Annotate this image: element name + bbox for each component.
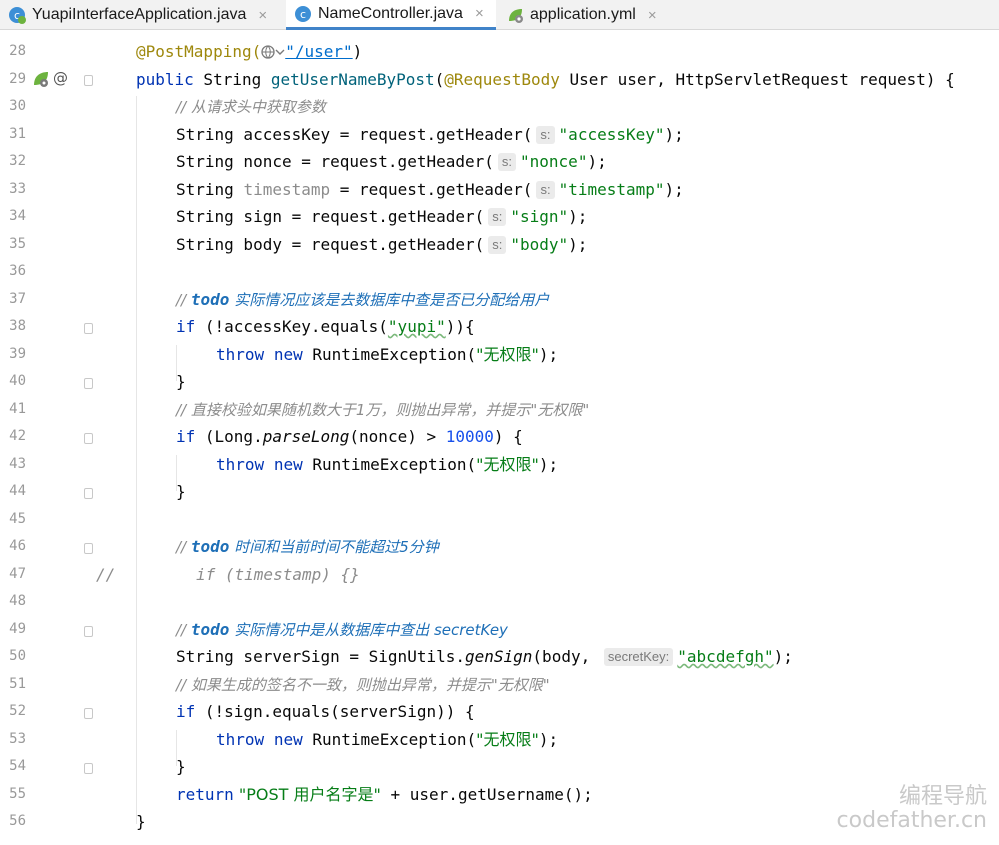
line-number: 54 bbox=[9, 758, 26, 774]
line-number: 33 bbox=[9, 181, 26, 197]
line-number: 31 bbox=[9, 126, 26, 142]
line-number: 41 bbox=[9, 401, 26, 417]
line-number: 46 bbox=[9, 538, 26, 554]
code-line-46: // todo 时间和当前时间不能超过5分钟 bbox=[176, 537, 439, 556]
code-line-52: if (!sign.equals(serverSign)) { bbox=[176, 702, 475, 721]
line-number: 35 bbox=[9, 236, 26, 252]
line-number: 49 bbox=[9, 621, 26, 637]
fold-marker[interactable] bbox=[84, 488, 93, 499]
code-line-30: // 从请求头中获取参数 bbox=[176, 98, 326, 116]
line-number: 34 bbox=[9, 208, 26, 224]
line-number: 47 bbox=[9, 566, 26, 582]
fold-marker[interactable] bbox=[84, 543, 93, 554]
fold-marker[interactable] bbox=[84, 708, 93, 719]
line-number: 36 bbox=[9, 263, 26, 279]
watermark-title: 编程导航 bbox=[898, 784, 987, 809]
fold-marker[interactable] bbox=[84, 378, 93, 389]
code-line-31: String accessKey = request.getHeader(s: "… bbox=[176, 125, 684, 144]
tab-yuapi-interface-application[interactable]: c YuapiInterfaceApplication.java × bbox=[0, 0, 282, 30]
line-number: 48 bbox=[9, 593, 26, 609]
code-line-34: String sign = request.getHeader(s: "sign"… bbox=[176, 207, 588, 226]
code-line-51: // 如果生成的签名不一致，则抛出异常，并提示"无权限" bbox=[176, 676, 550, 694]
tab-label: application.yml bbox=[530, 6, 636, 23]
code-line-49: // todo 实际情况中是从数据库中查出 secretKey bbox=[176, 620, 508, 639]
watermark-url: codefather.cn bbox=[836, 808, 987, 833]
indent-guide bbox=[136, 96, 137, 824]
code-line-50: String serverSign = SignUtils.genSign(bo… bbox=[176, 647, 793, 666]
tab-label: YuapiInterfaceApplication.java bbox=[32, 6, 247, 23]
close-icon[interactable]: × bbox=[648, 7, 657, 24]
code-line-32: String nonce = request.getHeader(s: "nonc… bbox=[176, 152, 607, 171]
line-number: 52 bbox=[9, 703, 26, 719]
tab-name-controller[interactable]: c NameController.java × bbox=[286, 0, 496, 30]
annotation-marker-icon[interactable]: @ bbox=[53, 69, 68, 87]
code-line-39: throw new RuntimeException("无权限"); bbox=[216, 345, 559, 364]
editor-tab-bar: c YuapiInterfaceApplication.java × c Nam… bbox=[0, 0, 999, 30]
close-icon[interactable]: × bbox=[475, 5, 484, 22]
fold-marker[interactable] bbox=[84, 323, 93, 334]
code-line-42: if (Long.parseLong(nonce) > 10000) { bbox=[176, 427, 523, 446]
yaml-icon bbox=[506, 6, 524, 24]
spring-class-icon: c bbox=[8, 6, 26, 24]
code-line-55: return "POST 用户名字是" + user.getUsername()… bbox=[176, 785, 593, 804]
line-number: 29 bbox=[9, 71, 26, 87]
code-line-44: } bbox=[176, 482, 186, 501]
code-line-28: @PostMapping("/user") bbox=[136, 42, 363, 61]
line-number: 51 bbox=[9, 676, 26, 692]
globe-icon[interactable] bbox=[261, 42, 285, 61]
line-number: 40 bbox=[9, 373, 26, 389]
line-number: 32 bbox=[9, 153, 26, 169]
code-line-29: public String getUserNameByPost(@Request… bbox=[136, 70, 955, 89]
line-number: 28 bbox=[9, 43, 26, 59]
line-number: 55 bbox=[9, 786, 26, 802]
svg-text:c: c bbox=[300, 8, 306, 21]
code-line-54: } bbox=[176, 757, 186, 776]
tab-application-yml[interactable]: application.yml × bbox=[498, 0, 678, 30]
line-number: 53 bbox=[9, 731, 26, 747]
code-line-38: if (!accessKey.equals("yupi")){ bbox=[176, 317, 475, 336]
line-number: 45 bbox=[9, 511, 26, 527]
code-line-41: // 直接校验如果随机数大于1万，则抛出异常，并提示"无权限" bbox=[176, 401, 590, 419]
fold-marker[interactable] bbox=[84, 75, 93, 86]
line-number: 43 bbox=[9, 456, 26, 472]
fold-marker[interactable] bbox=[84, 626, 93, 637]
code-line-37: // todo 实际情况应该是去数据库中查是否已分配给用户 bbox=[176, 290, 550, 309]
line-number: 38 bbox=[9, 318, 26, 334]
spring-endpoint-icon[interactable] bbox=[32, 70, 50, 92]
code-line-43: throw new RuntimeException("无权限"); bbox=[216, 455, 559, 474]
line-number: 44 bbox=[9, 483, 26, 499]
code-line-56: } bbox=[136, 812, 146, 831]
code-line-47: //if (timestamp) {} bbox=[96, 565, 360, 584]
code-line-33: String timestamp = request.getHeader(s: "… bbox=[176, 180, 684, 199]
fold-marker[interactable] bbox=[84, 763, 93, 774]
code-editor[interactable]: 28 29 30 31 32 33 34 35 36 37 38 39 40 4… bbox=[0, 30, 999, 845]
line-number: 30 bbox=[9, 98, 26, 114]
code-line-35: String body = request.getHeader(s: "body"… bbox=[176, 235, 588, 254]
fold-marker[interactable] bbox=[84, 433, 93, 444]
line-number: 37 bbox=[9, 291, 26, 307]
code-line-40: } bbox=[176, 372, 186, 391]
line-number: 42 bbox=[9, 428, 26, 444]
line-number: 50 bbox=[9, 648, 26, 664]
class-icon: c bbox=[294, 5, 312, 23]
line-number: 56 bbox=[9, 813, 26, 829]
tab-label: NameController.java bbox=[318, 4, 463, 22]
line-number: 39 bbox=[9, 346, 26, 362]
close-icon[interactable]: × bbox=[258, 7, 267, 24]
code-line-53: throw new RuntimeException("无权限"); bbox=[216, 730, 559, 749]
